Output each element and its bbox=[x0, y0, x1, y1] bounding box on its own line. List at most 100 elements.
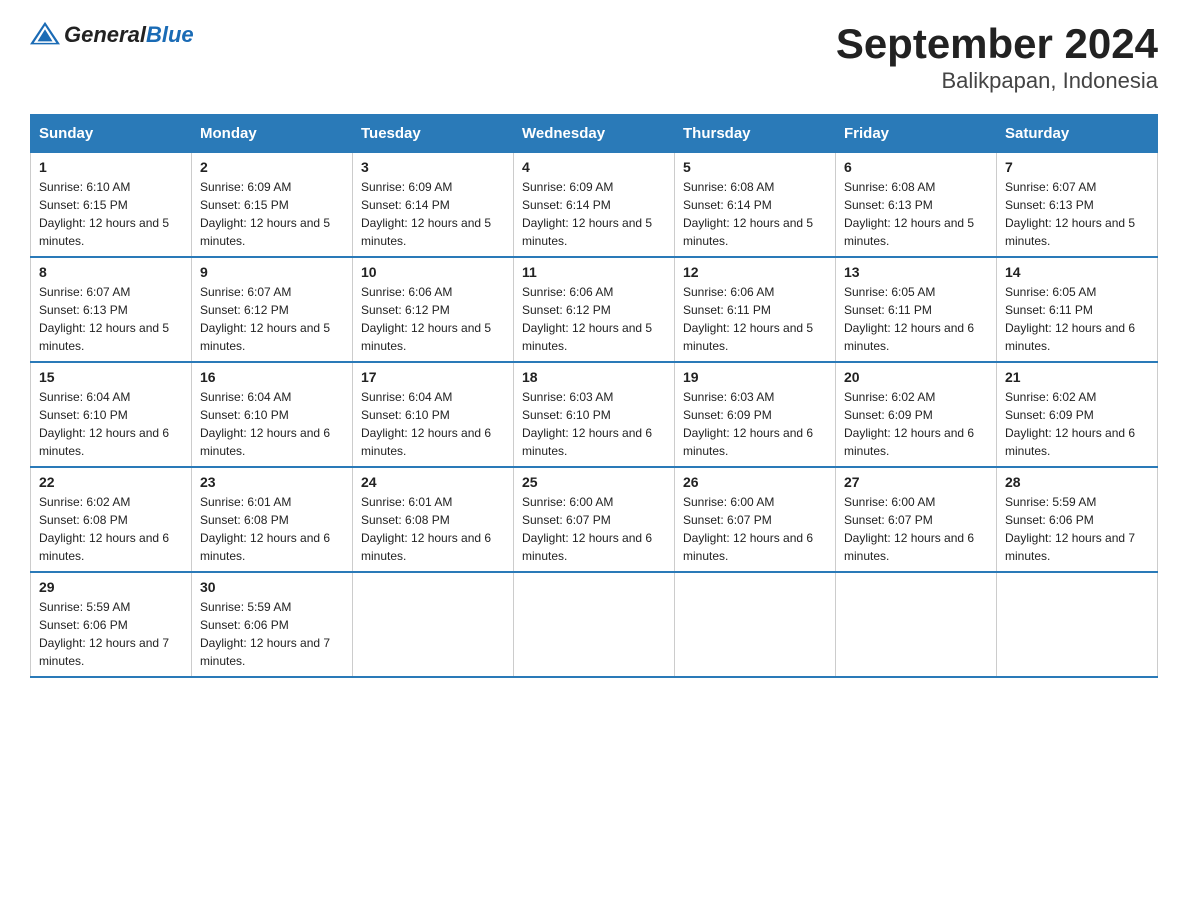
day-info: Sunrise: 6:04 AM Sunset: 6:10 PM Dayligh… bbox=[200, 388, 344, 460]
day-number: 16 bbox=[200, 369, 344, 385]
day-info: Sunrise: 5:59 AM Sunset: 6:06 PM Dayligh… bbox=[39, 598, 183, 670]
calendar-cell: 25 Sunrise: 6:00 AM Sunset: 6:07 PM Dayl… bbox=[514, 467, 675, 572]
day-info: Sunrise: 6:02 AM Sunset: 6:08 PM Dayligh… bbox=[39, 493, 183, 565]
calendar-cell: 10 Sunrise: 6:06 AM Sunset: 6:12 PM Dayl… bbox=[353, 257, 514, 362]
calendar-cell: 9 Sunrise: 6:07 AM Sunset: 6:12 PM Dayli… bbox=[192, 257, 353, 362]
day-info: Sunrise: 6:07 AM Sunset: 6:13 PM Dayligh… bbox=[1005, 178, 1149, 250]
page-subtitle: Balikpapan, Indonesia bbox=[836, 68, 1158, 94]
day-info: Sunrise: 6:04 AM Sunset: 6:10 PM Dayligh… bbox=[361, 388, 505, 460]
calendar-cell: 7 Sunrise: 6:07 AM Sunset: 6:13 PM Dayli… bbox=[997, 153, 1158, 258]
day-number: 26 bbox=[683, 474, 827, 490]
calendar-cell: 22 Sunrise: 6:02 AM Sunset: 6:08 PM Dayl… bbox=[31, 467, 192, 572]
logo: GeneralBlue bbox=[30, 20, 194, 50]
day-number: 1 bbox=[39, 159, 183, 175]
day-number: 10 bbox=[361, 264, 505, 280]
day-number: 19 bbox=[683, 369, 827, 385]
day-info: Sunrise: 6:08 AM Sunset: 6:14 PM Dayligh… bbox=[683, 178, 827, 250]
header-saturday: Saturday bbox=[997, 115, 1158, 153]
calendar-cell: 2 Sunrise: 6:09 AM Sunset: 6:15 PM Dayli… bbox=[192, 153, 353, 258]
day-number: 6 bbox=[844, 159, 988, 175]
calendar-cell: 21 Sunrise: 6:02 AM Sunset: 6:09 PM Dayl… bbox=[997, 362, 1158, 467]
day-number: 23 bbox=[200, 474, 344, 490]
header-thursday: Thursday bbox=[675, 115, 836, 153]
page-title: September 2024 bbox=[836, 20, 1158, 68]
day-number: 30 bbox=[200, 579, 344, 595]
day-info: Sunrise: 6:01 AM Sunset: 6:08 PM Dayligh… bbox=[361, 493, 505, 565]
day-info: Sunrise: 6:07 AM Sunset: 6:13 PM Dayligh… bbox=[39, 283, 183, 355]
calendar-cell: 23 Sunrise: 6:01 AM Sunset: 6:08 PM Dayl… bbox=[192, 467, 353, 572]
day-info: Sunrise: 6:09 AM Sunset: 6:14 PM Dayligh… bbox=[361, 178, 505, 250]
day-info: Sunrise: 6:00 AM Sunset: 6:07 PM Dayligh… bbox=[522, 493, 666, 565]
day-number: 29 bbox=[39, 579, 183, 595]
day-number: 24 bbox=[361, 474, 505, 490]
day-number: 28 bbox=[1005, 474, 1149, 490]
logo-blue-text: Blue bbox=[146, 22, 194, 47]
day-number: 11 bbox=[522, 264, 666, 280]
day-number: 22 bbox=[39, 474, 183, 490]
header-sunday: Sunday bbox=[31, 115, 192, 153]
day-info: Sunrise: 6:00 AM Sunset: 6:07 PM Dayligh… bbox=[844, 493, 988, 565]
day-info: Sunrise: 6:10 AM Sunset: 6:15 PM Dayligh… bbox=[39, 178, 183, 250]
calendar-cell: 29 Sunrise: 5:59 AM Sunset: 6:06 PM Dayl… bbox=[31, 572, 192, 677]
calendar-cell: 14 Sunrise: 6:05 AM Sunset: 6:11 PM Dayl… bbox=[997, 257, 1158, 362]
calendar-header-row: SundayMondayTuesdayWednesdayThursdayFrid… bbox=[31, 115, 1158, 153]
day-info: Sunrise: 6:07 AM Sunset: 6:12 PM Dayligh… bbox=[200, 283, 344, 355]
day-number: 9 bbox=[200, 264, 344, 280]
day-number: 17 bbox=[361, 369, 505, 385]
day-info: Sunrise: 5:59 AM Sunset: 6:06 PM Dayligh… bbox=[200, 598, 344, 670]
day-info: Sunrise: 6:03 AM Sunset: 6:10 PM Dayligh… bbox=[522, 388, 666, 460]
day-number: 7 bbox=[1005, 159, 1149, 175]
calendar-cell bbox=[836, 572, 997, 677]
day-number: 2 bbox=[200, 159, 344, 175]
day-number: 15 bbox=[39, 369, 183, 385]
day-number: 21 bbox=[1005, 369, 1149, 385]
header-friday: Friday bbox=[836, 115, 997, 153]
calendar-cell bbox=[997, 572, 1158, 677]
day-number: 3 bbox=[361, 159, 505, 175]
day-info: Sunrise: 6:09 AM Sunset: 6:15 PM Dayligh… bbox=[200, 178, 344, 250]
calendar-table: SundayMondayTuesdayWednesdayThursdayFrid… bbox=[30, 114, 1158, 678]
calendar-cell bbox=[353, 572, 514, 677]
calendar-cell: 3 Sunrise: 6:09 AM Sunset: 6:14 PM Dayli… bbox=[353, 153, 514, 258]
day-number: 18 bbox=[522, 369, 666, 385]
header-monday: Monday bbox=[192, 115, 353, 153]
day-info: Sunrise: 6:01 AM Sunset: 6:08 PM Dayligh… bbox=[200, 493, 344, 565]
page-header: GeneralBlue September 2024 Balikpapan, I… bbox=[30, 20, 1158, 94]
calendar-week-row: 15 Sunrise: 6:04 AM Sunset: 6:10 PM Dayl… bbox=[31, 362, 1158, 467]
day-info: Sunrise: 6:05 AM Sunset: 6:11 PM Dayligh… bbox=[1005, 283, 1149, 355]
day-info: Sunrise: 6:05 AM Sunset: 6:11 PM Dayligh… bbox=[844, 283, 988, 355]
calendar-cell: 20 Sunrise: 6:02 AM Sunset: 6:09 PM Dayl… bbox=[836, 362, 997, 467]
calendar-cell: 11 Sunrise: 6:06 AM Sunset: 6:12 PM Dayl… bbox=[514, 257, 675, 362]
day-info: Sunrise: 6:02 AM Sunset: 6:09 PM Dayligh… bbox=[844, 388, 988, 460]
calendar-week-row: 22 Sunrise: 6:02 AM Sunset: 6:08 PM Dayl… bbox=[31, 467, 1158, 572]
calendar-week-row: 8 Sunrise: 6:07 AM Sunset: 6:13 PM Dayli… bbox=[31, 257, 1158, 362]
calendar-cell: 6 Sunrise: 6:08 AM Sunset: 6:13 PM Dayli… bbox=[836, 153, 997, 258]
day-number: 13 bbox=[844, 264, 988, 280]
day-number: 5 bbox=[683, 159, 827, 175]
calendar-cell: 30 Sunrise: 5:59 AM Sunset: 6:06 PM Dayl… bbox=[192, 572, 353, 677]
day-info: Sunrise: 6:09 AM Sunset: 6:14 PM Dayligh… bbox=[522, 178, 666, 250]
calendar-cell: 5 Sunrise: 6:08 AM Sunset: 6:14 PM Dayli… bbox=[675, 153, 836, 258]
logo-icon bbox=[30, 20, 60, 50]
calendar-cell: 28 Sunrise: 5:59 AM Sunset: 6:06 PM Dayl… bbox=[997, 467, 1158, 572]
day-info: Sunrise: 6:00 AM Sunset: 6:07 PM Dayligh… bbox=[683, 493, 827, 565]
header-wednesday: Wednesday bbox=[514, 115, 675, 153]
day-info: Sunrise: 5:59 AM Sunset: 6:06 PM Dayligh… bbox=[1005, 493, 1149, 565]
day-number: 14 bbox=[1005, 264, 1149, 280]
day-info: Sunrise: 6:04 AM Sunset: 6:10 PM Dayligh… bbox=[39, 388, 183, 460]
calendar-cell: 26 Sunrise: 6:00 AM Sunset: 6:07 PM Dayl… bbox=[675, 467, 836, 572]
calendar-cell bbox=[514, 572, 675, 677]
calendar-week-row: 1 Sunrise: 6:10 AM Sunset: 6:15 PM Dayli… bbox=[31, 153, 1158, 258]
day-info: Sunrise: 6:06 AM Sunset: 6:12 PM Dayligh… bbox=[522, 283, 666, 355]
calendar-cell: 18 Sunrise: 6:03 AM Sunset: 6:10 PM Dayl… bbox=[514, 362, 675, 467]
calendar-cell: 13 Sunrise: 6:05 AM Sunset: 6:11 PM Dayl… bbox=[836, 257, 997, 362]
calendar-week-row: 29 Sunrise: 5:59 AM Sunset: 6:06 PM Dayl… bbox=[31, 572, 1158, 677]
day-number: 12 bbox=[683, 264, 827, 280]
header-tuesday: Tuesday bbox=[353, 115, 514, 153]
day-info: Sunrise: 6:02 AM Sunset: 6:09 PM Dayligh… bbox=[1005, 388, 1149, 460]
calendar-cell: 27 Sunrise: 6:00 AM Sunset: 6:07 PM Dayl… bbox=[836, 467, 997, 572]
calendar-cell bbox=[675, 572, 836, 677]
logo-general-text: General bbox=[64, 22, 146, 47]
calendar-cell: 16 Sunrise: 6:04 AM Sunset: 6:10 PM Dayl… bbox=[192, 362, 353, 467]
day-info: Sunrise: 6:06 AM Sunset: 6:11 PM Dayligh… bbox=[683, 283, 827, 355]
